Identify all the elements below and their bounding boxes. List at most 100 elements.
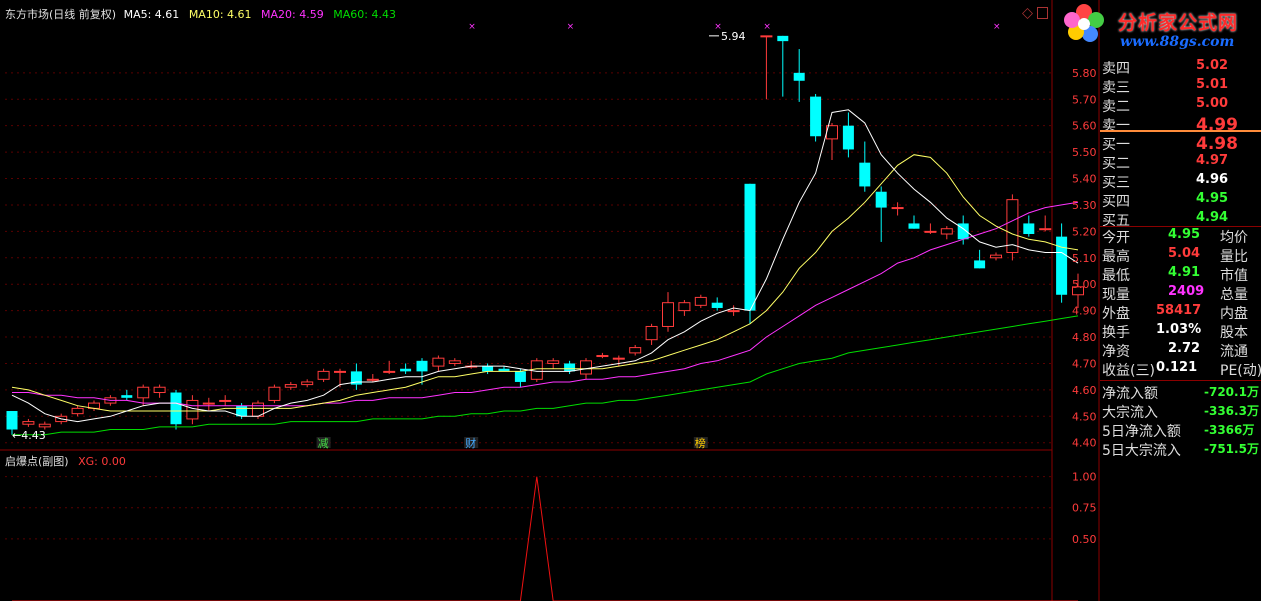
sell-level-price: 5.00 <box>1196 96 1229 111</box>
candle-body-up <box>202 402 215 405</box>
top-marker: × <box>763 22 771 32</box>
y-tick-label: 5.20 <box>1072 225 1097 238</box>
candle-body-up <box>22 421 35 425</box>
stat-right-label: 总量 <box>1220 287 1248 303</box>
candle-body-down <box>564 363 576 372</box>
candle-body-up <box>383 370 396 373</box>
candle-body-down <box>974 260 986 269</box>
sub-y-tick-label: 1.00 <box>1072 471 1097 484</box>
flow-value: -751.5万 <box>1204 442 1259 456</box>
stat-label: 现量 <box>1102 287 1130 303</box>
sell-level-price: 4.99 <box>1196 115 1238 135</box>
y-tick-label: 5.10 <box>1072 252 1097 265</box>
candle-body-down <box>744 183 756 311</box>
y-tick-label: 5.70 <box>1072 93 1097 106</box>
candle-body-up <box>678 302 691 312</box>
window-icon[interactable] <box>1037 7 1048 19</box>
ma20-line <box>12 201 1079 407</box>
candle-body-up <box>760 35 773 38</box>
quote-panel: 卖四 5.02 卖三 5.01 卖二 5.00 卖一 4.99 买一 4.98 买二 4.97 买三 4… <box>1100 0 1261 601</box>
candle-body-up <box>727 310 740 313</box>
candle-body-down <box>1023 223 1035 234</box>
candle-body-down <box>416 360 428 372</box>
candle-body-up <box>891 207 904 210</box>
buy-level-label: 买三 <box>1102 175 1130 191</box>
sell-level-price: 5.02 <box>1196 58 1229 73</box>
top-marker: × <box>567 22 575 32</box>
stat-right-label: 流通 <box>1220 344 1248 360</box>
candle-body-down <box>711 302 723 308</box>
xg-label: XG: 0.00 <box>78 455 126 468</box>
candle-body-up <box>580 360 592 375</box>
top-marker: × <box>468 22 476 32</box>
candle-body-up <box>940 228 953 235</box>
candle-body-up <box>301 381 314 386</box>
candle-body-up <box>317 370 330 380</box>
sub-y-tick-label: 0.50 <box>1072 533 1097 546</box>
buy-level-price: 4.94 <box>1196 210 1229 225</box>
candle-body-up <box>334 370 346 373</box>
buy-level-label: 买一 <box>1102 137 1130 153</box>
candle-body-down <box>121 395 133 398</box>
sub-title: 启爆点(副图) <box>5 455 69 468</box>
flow-label: 5日大宗流入 <box>1102 443 1181 459</box>
candle-body-up <box>530 360 543 380</box>
sub-header: 启爆点(副图) XG: 0.00 <box>5 453 126 469</box>
candle-body-up <box>612 357 625 360</box>
stat-value: 4.95 <box>1168 227 1201 242</box>
candle-body-down <box>859 162 871 187</box>
event-label: 减 <box>318 437 329 450</box>
stat-value: 0.121 <box>1156 360 1198 375</box>
stat-label: 净资 <box>1102 344 1130 360</box>
mid-divider <box>1100 130 1261 132</box>
candle-body-down <box>810 96 822 137</box>
stat-value: 2409 <box>1168 284 1205 299</box>
stat-label: 最低 <box>1102 268 1130 284</box>
candle-body-up <box>547 360 560 364</box>
y-tick-label: 4.70 <box>1072 357 1097 370</box>
y-tick-label: 5.50 <box>1072 146 1097 159</box>
y-tick-label: 4.60 <box>1072 384 1097 397</box>
candle-body-down <box>482 366 494 372</box>
candle-body-up <box>596 355 609 358</box>
candle-body-down <box>842 125 854 150</box>
flow-label: 净流入额 <box>1102 386 1158 402</box>
sell-level-label: 卖三 <box>1102 80 1130 96</box>
y-tick-label: 4.50 <box>1072 410 1097 423</box>
candle-body-up <box>219 399 232 402</box>
stat-value: 2.72 <box>1168 341 1201 356</box>
y-tick-label: 5.80 <box>1072 67 1097 80</box>
sub-y-tick-label: 0.75 <box>1072 502 1097 515</box>
candle-body-down <box>875 191 887 208</box>
y-tick-label: 4.90 <box>1072 305 1097 318</box>
candle-body-down <box>908 223 920 229</box>
candle-body-down <box>514 371 526 382</box>
candle-body-down <box>6 411 18 430</box>
sell-level-label: 卖二 <box>1102 99 1130 115</box>
flow-value: -3366万 <box>1204 423 1255 437</box>
ma10-line <box>11 154 1079 412</box>
sell-level-label: 卖一 <box>1102 118 1130 134</box>
buy-level-price: 4.98 <box>1196 134 1238 154</box>
flow-label: 大宗流入 <box>1102 405 1158 421</box>
candle-body-down <box>400 368 412 372</box>
stat-label: 外盘 <box>1102 306 1130 322</box>
buy-level-label: 买四 <box>1102 194 1130 210</box>
stat-right-label: 股本 <box>1220 325 1248 341</box>
candle-body-down <box>170 392 182 425</box>
candle-body-up <box>645 325 658 341</box>
kline-chart-area[interactable]: 5.80 5.70 5.60 5.50 5.40 5.30 5.20 5.10 5.00 4.90… <box>0 0 1261 601</box>
flow-label: 5日净流入额 <box>1102 424 1181 440</box>
candle-body-up <box>629 347 642 354</box>
candle-body-up <box>662 302 674 327</box>
stat-right-label: 内盘 <box>1220 306 1248 322</box>
stat-right-label: 量比 <box>1220 249 1248 265</box>
candle-body-up <box>1039 228 1052 231</box>
candle-body-down <box>777 35 789 42</box>
stat-value: 1.03% <box>1156 322 1202 337</box>
candle-body-up <box>366 378 379 381</box>
y-tick-label: 4.40 <box>1072 437 1097 450</box>
divider-2 <box>1100 380 1261 381</box>
stat-right-label: PE(动) <box>1220 363 1261 379</box>
stat-value: 58417 <box>1156 303 1202 318</box>
